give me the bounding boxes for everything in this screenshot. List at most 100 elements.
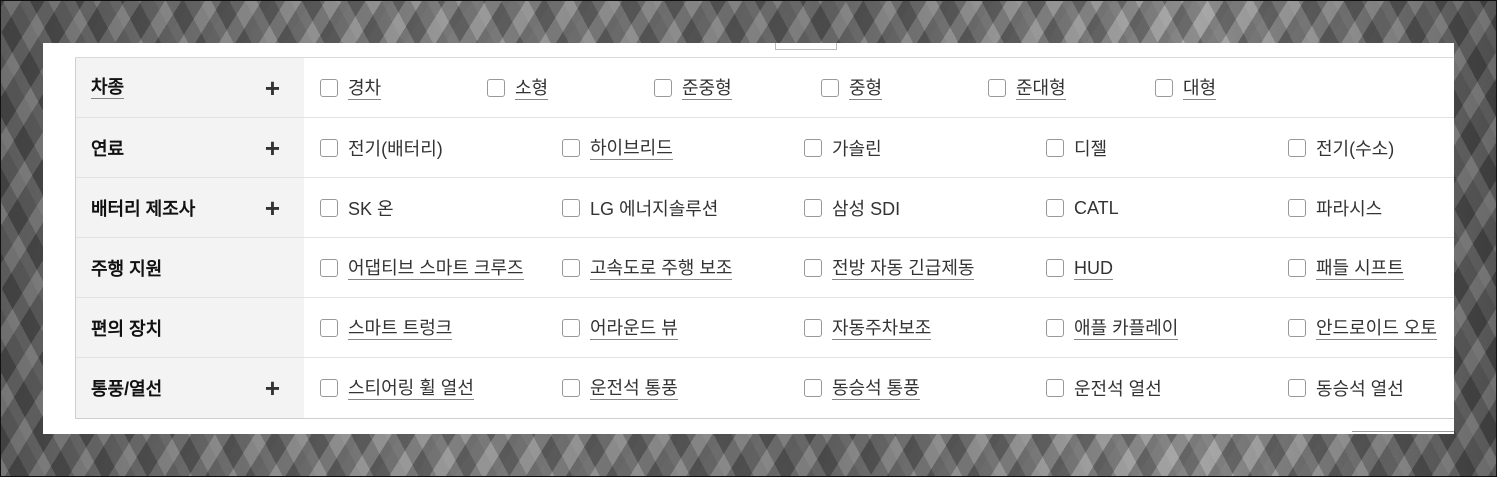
checkbox[interactable]	[562, 259, 580, 277]
filter-table: 차종 + 경차 소형 준중형 중형 준대형 대형 연료 + 전기(배터리) 하이브리드 가솔린 디젤 전기(…	[75, 58, 1454, 419]
checkbox[interactable]	[562, 199, 580, 217]
filter-option-label: 준중형	[682, 77, 732, 100]
checkbox[interactable]	[487, 79, 505, 97]
filter-option-label: 디젤	[1074, 139, 1108, 159]
checkbox[interactable]	[320, 259, 338, 277]
filter-row-header: 차종 +	[76, 58, 304, 117]
filter-option-type-4[interactable]: 준대형	[988, 58, 1066, 118]
checkbox[interactable]	[320, 79, 338, 97]
filter-option-type-1[interactable]: 소형	[487, 58, 549, 118]
filter-option-type-0[interactable]: 경차	[320, 58, 382, 118]
filter-option-ventilation-2[interactable]: 동승석 통풍	[804, 358, 920, 418]
filter-option-ventilation-0[interactable]: 스티어링 휠 열선	[320, 358, 474, 418]
filter-option-label: 어라운드 뷰	[590, 317, 678, 340]
checkbox[interactable]	[562, 319, 580, 337]
checkbox[interactable]	[1288, 319, 1306, 337]
filter-option-label: 전기(배터리)	[348, 139, 443, 159]
filter-option-convenience-4[interactable]: 안드로이드 오토	[1288, 298, 1437, 358]
filter-option-battery-1[interactable]: LG 에너지솔루션	[562, 178, 718, 238]
filter-option-fuel-3[interactable]: 디젤	[1046, 118, 1107, 178]
expand-plus-icon[interactable]: +	[265, 195, 280, 221]
filter-category-label: 차종	[91, 77, 125, 99]
checkbox[interactable]	[1288, 199, 1306, 217]
filter-option-driving-3[interactable]: HUD	[1046, 238, 1113, 298]
checkbox[interactable]	[320, 199, 338, 217]
checkbox[interactable]	[1046, 139, 1064, 157]
filter-option-type-2[interactable]: 준중형	[654, 58, 732, 118]
checkbox[interactable]	[988, 79, 1006, 97]
filter-option-fuel-0[interactable]: 전기(배터리)	[320, 118, 443, 178]
filter-option-ventilation-4[interactable]: 동승석 열선	[1288, 358, 1404, 418]
filter-option-battery-0[interactable]: SK 온	[320, 178, 394, 238]
filter-option-label: 가솔린	[832, 139, 882, 159]
filter-option-driving-1[interactable]: 고속도로 주행 보조	[562, 238, 733, 298]
checkbox[interactable]	[804, 259, 822, 277]
filter-option-battery-2[interactable]: 삼성 SDI	[804, 178, 900, 238]
filter-option-type-3[interactable]: 중형	[821, 58, 883, 118]
filter-option-convenience-0[interactable]: 스마트 트렁크	[320, 298, 453, 358]
checkbox[interactable]	[1288, 139, 1306, 157]
filter-row-header: 연료 +	[76, 118, 304, 177]
expand-plus-icon[interactable]: +	[265, 375, 280, 401]
filter-option-label: 스티어링 휠 열선	[348, 377, 474, 400]
filter-option-fuel-4[interactable]: 전기(수소)	[1288, 118, 1394, 178]
filter-option-convenience-2[interactable]: 자동주차보조	[804, 298, 932, 358]
filter-panel: 차종 + 경차 소형 준중형 중형 준대형 대형 연료 + 전기(배터리) 하이브리드 가솔린 디젤 전기(…	[43, 43, 1454, 434]
checkbox[interactable]	[1288, 259, 1306, 277]
filter-option-battery-3[interactable]: CATL	[1046, 178, 1119, 238]
filter-option-label: 애플 카플레이	[1074, 317, 1179, 340]
filter-option-label: 운전석 열선	[1074, 379, 1162, 399]
checkbox[interactable]	[1046, 259, 1064, 277]
checkbox[interactable]	[1288, 379, 1306, 397]
checkbox[interactable]	[320, 139, 338, 157]
checkbox[interactable]	[320, 319, 338, 337]
filter-option-label: LG 에너지솔루션	[590, 199, 719, 219]
checkbox[interactable]	[654, 79, 672, 97]
filter-options: 전기(배터리) 하이브리드 가솔린 디젤 전기(수소)	[304, 118, 1454, 177]
checkbox[interactable]	[1155, 79, 1173, 97]
filter-category-label: 편의 장치	[91, 318, 163, 339]
filter-option-label: 하이브리드	[590, 137, 673, 160]
filter-option-convenience-1[interactable]: 어라운드 뷰	[562, 298, 678, 358]
filter-option-convenience-3[interactable]: 애플 카플레이	[1046, 298, 1179, 358]
checkbox[interactable]	[1046, 379, 1064, 397]
checkbox[interactable]	[821, 79, 839, 97]
checkbox[interactable]	[562, 139, 580, 157]
filter-option-battery-4[interactable]: 파라시스	[1288, 178, 1382, 238]
panel-top-tab	[775, 43, 837, 50]
expand-plus-icon[interactable]: +	[265, 135, 280, 161]
checkbox[interactable]	[1046, 319, 1064, 337]
filter-option-ventilation-1[interactable]: 운전석 통풍	[562, 358, 678, 418]
filter-option-label: 삼성 SDI	[832, 199, 901, 219]
filter-option-driving-2[interactable]: 전방 자동 긴급제동	[804, 238, 975, 298]
checkbox[interactable]	[804, 379, 822, 397]
filter-row-header: 통풍/열선 +	[76, 358, 304, 418]
filter-option-fuel-1[interactable]: 하이브리드	[562, 118, 673, 178]
checkbox[interactable]	[1046, 199, 1064, 217]
filter-option-label: 대형	[1183, 77, 1217, 100]
filter-row-fuel: 연료 + 전기(배터리) 하이브리드 가솔린 디젤 전기(수소)	[76, 118, 1454, 178]
filter-option-label: 동승석 열선	[1316, 379, 1404, 399]
filter-option-label: 소형	[515, 77, 549, 100]
filter-option-label: SK 온	[348, 199, 394, 219]
filter-option-label: 전방 자동 긴급제동	[832, 257, 975, 280]
checkbox[interactable]	[320, 379, 338, 397]
filter-option-driving-0[interactable]: 어댑티브 스마트 크루즈	[320, 238, 524, 298]
checkbox[interactable]	[804, 319, 822, 337]
filter-option-type-5[interactable]: 대형	[1155, 58, 1217, 118]
filter-option-label: 안드로이드 오토	[1316, 317, 1437, 340]
filter-row-driving: 주행 지원 어댑티브 스마트 크루즈 고속도로 주행 보조 전방 자동 긴급제동 HUD…	[76, 238, 1454, 298]
checkbox[interactable]	[562, 379, 580, 397]
expand-plus-icon[interactable]: +	[265, 75, 280, 101]
filter-option-fuel-2[interactable]: 가솔린	[804, 118, 882, 178]
filter-options: SK 온 LG 에너지솔루션 삼성 SDI CATL 파라시스	[304, 178, 1454, 237]
checkbox[interactable]	[804, 199, 822, 217]
filter-option-label: 동승석 통풍	[832, 377, 920, 400]
filter-option-label: 전기(수소)	[1316, 139, 1395, 159]
filter-option-ventilation-3[interactable]: 운전석 열선	[1046, 358, 1162, 418]
filter-category-label: 배터리 제조사	[91, 198, 196, 219]
filter-option-driving-4[interactable]: 패들 시프트	[1288, 238, 1404, 298]
filter-option-label: 고속도로 주행 보조	[590, 257, 733, 280]
filter-options: 스티어링 휠 열선 운전석 통풍 동승석 통풍 운전석 열선 동승석 열선	[304, 358, 1454, 418]
checkbox[interactable]	[804, 139, 822, 157]
